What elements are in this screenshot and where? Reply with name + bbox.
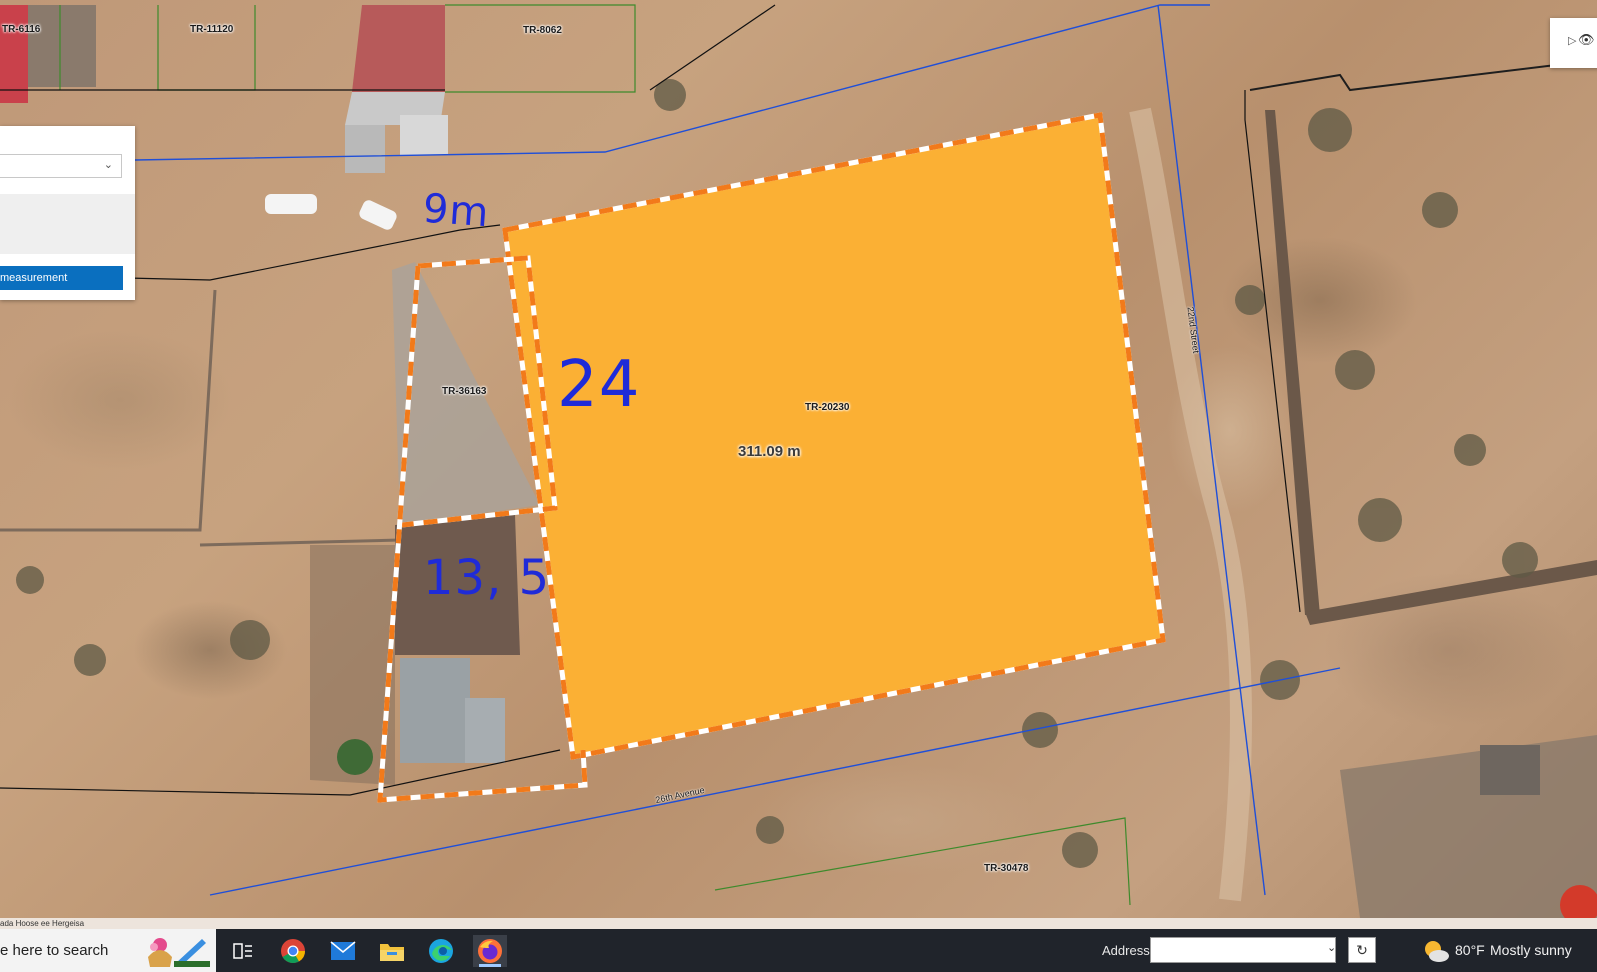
refresh-button[interactable]: ↻ (1348, 937, 1376, 963)
task-view-icon (233, 943, 252, 959)
address-input[interactable] (1150, 937, 1336, 963)
chevron-down-icon: ⌄ (103, 159, 113, 171)
weather-condition[interactable]: Mostly sunny (1490, 942, 1572, 958)
parcel-label[interactable]: TR-6116 (2, 24, 40, 35)
firefox-icon (478, 939, 502, 963)
unit-select[interactable]: ⌄ (0, 154, 122, 178)
weather-sun-cloud-icon[interactable] (1422, 938, 1450, 964)
chrome-icon (281, 939, 305, 964)
search-highlight-icon (148, 938, 210, 967)
chrome-button[interactable] (276, 935, 310, 967)
edge-button[interactable] (424, 935, 458, 967)
measurement-label: 311.09 m (738, 443, 801, 460)
parcel-label[interactable]: TR-20230 (805, 402, 849, 413)
taskbar-search[interactable]: e here to search (0, 929, 216, 972)
eye-icon: 👁 (1578, 32, 1595, 47)
weather-temperature[interactable]: 80°F (1455, 942, 1485, 958)
layer-toggle[interactable]: ▷ 👁 (1550, 18, 1597, 68)
folder-icon (380, 944, 404, 961)
annotation-9m: 9m (421, 185, 491, 237)
firefox-button[interactable] (473, 935, 507, 967)
refresh-icon: ↻ (1356, 942, 1368, 958)
taskbar: e here to search Address ⌄ ↻ 80°F Mostly… (0, 929, 1597, 972)
result-panel (0, 194, 135, 254)
file-explorer-button[interactable] (375, 935, 409, 967)
new-measurement-button[interactable]: measurement (0, 266, 123, 290)
parcel-label[interactable]: TR-30478 (984, 863, 1028, 874)
mail-button[interactable] (326, 935, 360, 967)
chevron-down-icon[interactable]: ⌄ (1327, 941, 1336, 954)
map-canvas[interactable]: TR-6116 TR-11120 TR-8062 TR-36163 TR-202… (0, 0, 1597, 918)
parcel-label[interactable]: TR-36163 (442, 386, 486, 397)
mail-icon (330, 941, 356, 960)
annotation-13-5: 13, 5 (423, 550, 551, 606)
annotation-24: 24 (557, 348, 641, 422)
edge-icon (429, 939, 453, 963)
parcel-label[interactable]: TR-11120 (190, 24, 233, 35)
search-placeholder: e here to search (0, 942, 109, 959)
screen: TR-6116 TR-11120 TR-8062 TR-36163 TR-202… (0, 0, 1597, 972)
expand-icon: ▷ (1568, 35, 1577, 47)
task-view-button[interactable] (226, 935, 260, 967)
parcel-label[interactable]: TR-8062 (523, 25, 562, 36)
address-label: Address (1102, 943, 1150, 958)
measurement-widget: ⌄ measurement (0, 126, 135, 300)
map-attribution: ada Hoose ee Hergeisa (0, 918, 1597, 929)
